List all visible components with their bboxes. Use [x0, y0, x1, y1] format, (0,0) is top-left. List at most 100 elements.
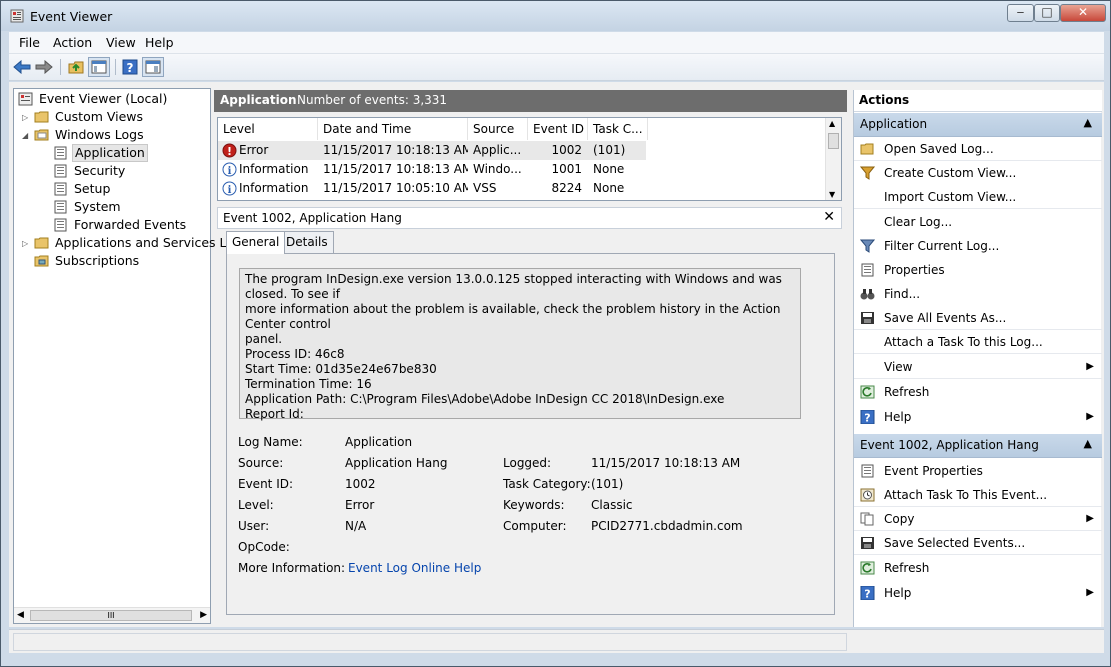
- event-row[interactable]: i Information 11/15/2017 10:05:10 AM VSS…: [218, 179, 646, 198]
- svg-text:?: ?: [864, 588, 870, 601]
- action-attach-task-to-event[interactable]: Attach Task To This Event...: [854, 483, 1102, 507]
- log-icon: [54, 164, 67, 178]
- help-icon: ?: [860, 410, 875, 424]
- action-attach-task-to-log[interactable]: Attach a Task To this Log...: [854, 330, 1102, 354]
- action-save-all-events[interactable]: Save All Events As...: [854, 306, 1102, 330]
- action-clear-log[interactable]: Clear Log...: [854, 210, 1102, 234]
- logged-label: Logged:: [503, 456, 552, 470]
- close-detail-icon[interactable]: ✕: [823, 209, 835, 225]
- expand-arrow-icon[interactable]: ▷: [22, 113, 31, 122]
- minimize-button[interactable]: ‒: [1007, 4, 1034, 22]
- event-row[interactable]: ! Error 11/15/2017 10:18:13 AM Applic...…: [218, 141, 646, 160]
- expand-arrow-icon[interactable]: ▷: [22, 239, 31, 248]
- row-date: 11/15/2017 10:05:10 AM: [323, 181, 468, 195]
- action-copy[interactable]: Copy ▶: [854, 507, 1102, 531]
- action-help-event[interactable]: ? Help ▶: [854, 581, 1102, 605]
- action-label: Attach Task To This Event...: [884, 488, 1048, 502]
- column-date-time[interactable]: Date and Time: [318, 118, 468, 140]
- help-icon: ?: [860, 586, 875, 600]
- scroll-up-icon[interactable]: ▲: [829, 119, 835, 128]
- svg-text:?: ?: [864, 412, 870, 425]
- collapse-icon[interactable]: ▲: [1084, 116, 1092, 129]
- events-vertical-scrollbar[interactable]: ▲ ▼: [825, 118, 841, 200]
- action-import-custom-view[interactable]: Import Custom View...: [854, 185, 1102, 209]
- close-button[interactable]: ✕: [1060, 4, 1106, 22]
- toolbar-separator: [115, 59, 116, 75]
- event-id-label: Event ID:: [238, 477, 294, 491]
- row-task: (101): [593, 143, 626, 157]
- up-folder-button[interactable]: [65, 57, 87, 77]
- collapse-arrow-icon[interactable]: ◢: [22, 131, 31, 140]
- level-label: Level:: [238, 498, 274, 512]
- action-properties[interactable]: Properties: [854, 258, 1102, 282]
- tab-general[interactable]: General: [226, 231, 286, 254]
- help-button[interactable]: ?: [119, 57, 141, 77]
- menu-action[interactable]: Action: [53, 35, 92, 50]
- event-row[interactable]: i Information 11/15/2017 10:18:13 AM Win…: [218, 160, 646, 179]
- tab-details[interactable]: Details: [280, 231, 334, 253]
- action-help[interactable]: ? Help ▶: [854, 405, 1102, 429]
- event-log-online-help-link[interactable]: Event Log Online Help: [348, 561, 481, 575]
- description-line: Start Time: 01d35e24e67be830: [245, 362, 437, 376]
- scroll-thumb[interactable]: [828, 133, 839, 149]
- column-level[interactable]: Level: [218, 118, 318, 140]
- save-icon: [861, 312, 874, 324]
- tree-horizontal-scrollbar[interactable]: ◀ III ▶: [14, 607, 210, 623]
- actions-pane: Actions Application ▲ Open Saved Log... …: [853, 90, 1102, 627]
- scroll-right-icon[interactable]: ▶: [200, 610, 207, 620]
- error-icon: !: [222, 143, 237, 158]
- row-event-id: 1001: [551, 162, 582, 176]
- column-event-id[interactable]: Event ID: [528, 118, 588, 140]
- action-create-custom-view[interactable]: Create Custom View...: [854, 161, 1102, 185]
- action-find[interactable]: Find...: [854, 282, 1102, 306]
- menu-view[interactable]: View: [106, 35, 136, 50]
- subscriptions-icon: [34, 255, 49, 267]
- console-tree-icon: [91, 60, 107, 74]
- show-hide-action-pane-button[interactable]: [142, 57, 164, 77]
- maximize-button[interactable]: □: [1034, 4, 1060, 22]
- submenu-arrow-icon: ▶: [1086, 587, 1094, 598]
- tree-label: Security: [74, 163, 126, 178]
- open-folder-icon: [860, 143, 874, 155]
- tree-label: Setup: [74, 181, 111, 196]
- forward-button[interactable]: [33, 57, 55, 77]
- row-date: 11/15/2017 10:18:13 AM: [323, 162, 468, 176]
- description-line: Termination Time: 16: [245, 377, 372, 391]
- show-hide-tree-button[interactable]: [88, 57, 110, 77]
- information-icon: i: [222, 162, 237, 177]
- row-event-id: 1002: [551, 143, 582, 157]
- action-save-selected-events[interactable]: Save Selected Events...: [854, 531, 1102, 555]
- tree-label: Applications and Services Lo: [55, 235, 234, 250]
- group-title: Application: [860, 117, 928, 131]
- column-source[interactable]: Source: [468, 118, 528, 140]
- actions-group-event[interactable]: Event 1002, Application Hang ▲: [854, 434, 1102, 458]
- level-value: Error: [345, 498, 375, 512]
- menu-help[interactable]: Help: [145, 35, 174, 50]
- event-description[interactable]: The program InDesign.exe version 13.0.0.…: [239, 268, 801, 421]
- action-open-saved-log[interactable]: Open Saved Log...: [854, 137, 1102, 161]
- log-icon: [54, 200, 67, 214]
- keywords-value: Classic: [591, 498, 633, 512]
- action-label: Import Custom View...: [884, 190, 1017, 204]
- properties-icon: [861, 464, 874, 478]
- menu-file[interactable]: File: [19, 35, 40, 50]
- general-tab-panel: The program InDesign.exe version 13.0.0.…: [226, 253, 835, 615]
- action-refresh[interactable]: Refresh: [854, 380, 1102, 404]
- action-view[interactable]: View ▶: [854, 355, 1102, 379]
- action-event-properties[interactable]: Event Properties: [854, 459, 1102, 483]
- back-button[interactable]: [11, 57, 33, 77]
- action-refresh-event[interactable]: Refresh: [854, 556, 1102, 580]
- scroll-left-icon[interactable]: ◀: [17, 610, 24, 620]
- action-label: Event Properties: [884, 464, 983, 478]
- action-filter-current-log[interactable]: Filter Current Log...: [854, 234, 1102, 258]
- actions-group-application[interactable]: Application ▲: [854, 113, 1102, 137]
- up-folder-icon: [68, 61, 84, 74]
- title-bar[interactable]: Event Viewer ‒ □ ✕: [1, 1, 1110, 31]
- scroll-thumb[interactable]: III: [30, 610, 192, 621]
- collapse-icon[interactable]: ▲: [1084, 437, 1092, 450]
- action-label: Filter Current Log...: [884, 239, 1000, 253]
- scroll-down-icon[interactable]: ▼: [829, 190, 835, 199]
- information-icon: i: [222, 181, 237, 196]
- column-task-category[interactable]: Task C...: [588, 118, 648, 140]
- description-line: panel.: [245, 332, 283, 346]
